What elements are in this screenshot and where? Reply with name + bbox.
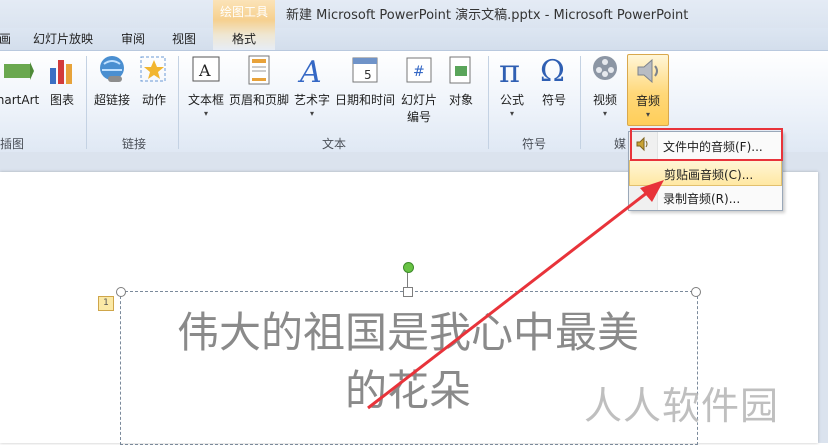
smartart-icon [2,54,34,86]
video-label: 视频 [592,93,617,107]
slide-title-line1: 伟大的祖国是我心中最美 [176,308,639,357]
resize-handle-top-left[interactable] [116,287,126,297]
watermark-text: 人人软件园 [584,384,780,428]
rotate-stem [407,271,408,288]
links-group-label: 链接 [122,137,147,151]
symbols-group-label: 符号 [522,137,547,151]
wordart-button[interactable]: A 艺术字 ▾ [292,54,332,119]
svg-text:A: A [297,55,322,86]
datetime-button[interactable]: 5 日期和时间 [334,54,396,109]
chart-label: 图表 [49,93,74,107]
textbox-label: 文本框 [187,93,224,107]
globe-link-icon [96,54,128,86]
chart-icon [46,54,78,86]
omega-icon: Ω [538,54,570,89]
equation-button[interactable]: π 公式 ▾ [496,52,528,119]
chart-button[interactable]: 图表 [44,54,80,109]
pi-icon: π [496,52,528,90]
slide-number-label: 幻灯片 编号 [398,92,440,126]
action-button[interactable]: 动作 [138,54,170,109]
chevron-down-icon: ▾ [645,110,650,119]
video-button[interactable]: 视频 ▾ [588,54,622,119]
illustrations-group-label: 插图 [0,137,25,151]
context-group-label: 绘图工具 [219,5,268,19]
resize-handle-top-right[interactable] [691,287,701,297]
audio-button[interactable]: 音频 ▾ [627,54,669,126]
slide-number-button[interactable]: # 幻灯片 编号 [398,54,440,126]
hyperlink-button[interactable]: 超链接 [92,54,132,109]
tab-view[interactable]: 视图 [172,30,196,47]
speaker-icon [632,55,664,87]
object-label: 对象 [448,93,473,107]
svg-text:A: A [198,61,211,80]
chevron-down-icon: ▾ [602,109,607,118]
group-separator [488,56,489,149]
menu-item-record-audio[interactable]: 录制音频(R)... [629,185,782,209]
equation-label: 公式 [499,93,524,107]
symbol-label: 符号 [541,93,566,107]
wordart-label: 艺术字 [293,93,330,107]
object-button[interactable]: 对象 [444,54,478,109]
svg-text:5: 5 [364,68,372,82]
media-group-label: 媒 [614,137,627,151]
text-group-label: 文本 [322,137,347,151]
datetime-label: 日期和时间 [334,93,395,107]
header-footer-icon [243,54,275,86]
group-separator [178,56,179,149]
highlight-box [630,128,783,161]
film-reel-icon [589,54,621,86]
audio-label: 音频 [635,94,660,108]
menu-item-label: 录制音频(R)... [663,192,741,206]
smartart-button[interactable]: nartArt [0,54,42,109]
action-label: 动作 [141,93,166,107]
action-star-icon [138,54,170,86]
menu-item-label: 剪贴画音频(C)... [664,168,754,182]
group-separator [86,56,87,149]
tab-review[interactable]: 审阅 [121,30,145,47]
tab-slideshow[interactable]: 幻灯片放映 [33,30,93,47]
svg-text:Ω: Ω [540,54,565,86]
header-footer-label: 页眉和页脚 [228,93,289,107]
animation-order-tag[interactable]: 1 [98,296,114,311]
header-footer-button[interactable]: 页眉和页脚 [228,54,290,109]
chevron-down-icon: ▾ [509,109,514,118]
hyperlink-label: 超链接 [93,93,130,107]
svg-text:#: # [413,64,425,80]
rotate-handle[interactable] [403,262,414,273]
wordart-icon: A [296,54,328,90]
tab-format[interactable]: 格式 [232,30,256,47]
resize-handle-top[interactable] [403,287,413,297]
calendar-icon: 5 [349,54,381,86]
textbox-button[interactable]: A 文本框 ▾ [186,54,226,119]
menu-item-clipart-audio[interactable]: 剪贴画音频(C)... [629,160,782,186]
group-separator [580,56,581,149]
symbol-button[interactable]: Ω 符号 [538,54,570,109]
window-title: 新建 Microsoft PowerPoint 演示文稿.pptx - Micr… [286,8,689,23]
smartart-label: nartArt [0,93,40,107]
chevron-down-icon: ▾ [203,109,208,118]
tab-partial[interactable]: 画 [0,30,11,47]
slide-number-icon: # [403,54,435,86]
slide-number-label-line1: 幻灯片 [400,93,437,107]
svg-text:π: π [499,54,520,86]
slide-number-label-line2: 编号 [406,110,431,124]
chevron-down-icon: ▾ [309,109,314,118]
object-icon [445,54,477,86]
textbox-icon: A [190,54,222,86]
